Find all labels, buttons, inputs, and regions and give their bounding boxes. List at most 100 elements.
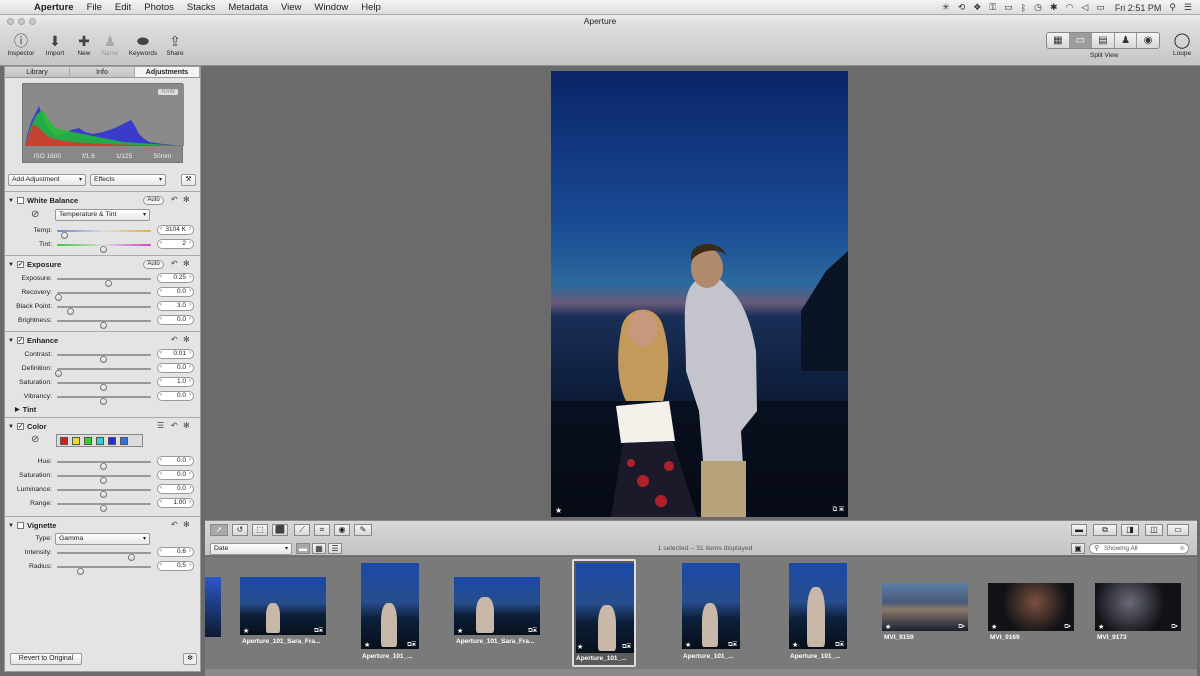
viewer-mode-icon[interactable]: ▬ xyxy=(1071,524,1087,536)
spotlight-icon[interactable]: ⚲ xyxy=(1169,2,1176,13)
rating-star-icon[interactable]: ★ xyxy=(555,506,562,515)
slider-knob[interactable] xyxy=(100,322,107,329)
slider-knob[interactable] xyxy=(76,568,84,575)
slider-value[interactable]: 0.0 xyxy=(157,456,194,466)
disclosure-triangle-icon[interactable]: ▼ xyxy=(8,198,14,204)
white-balance-mode-popup[interactable]: Temperature & Tint xyxy=(55,209,150,221)
color-swatch-blue[interactable] xyxy=(108,436,116,445)
list-view-icon[interactable]: ☰ xyxy=(157,421,164,430)
redeye-tool-icon[interactable]: ◉ xyxy=(334,524,350,536)
slider-knob[interactable] xyxy=(100,477,107,484)
gear-icon[interactable]: ✻ xyxy=(183,520,190,529)
bluetooth-icon-2[interactable]: ✱ xyxy=(1050,2,1058,13)
white-balance-checkbox[interactable] xyxy=(16,197,24,204)
disclosure-triangle-icon[interactable]: ▼ xyxy=(8,262,14,268)
faces-icon[interactable]: ♟ xyxy=(1115,33,1138,48)
places-icon[interactable]: ◉ xyxy=(1137,33,1159,48)
eyedropper-icon[interactable]: ⊘ xyxy=(31,434,39,445)
slider-track[interactable] xyxy=(57,354,151,363)
tab-info[interactable]: Info xyxy=(70,67,135,77)
thumbnail-selected[interactable]: ★ ⧉▣ Aperture_101_... xyxy=(572,559,636,667)
rating-star-icon[interactable]: ★ xyxy=(577,643,583,651)
lift-tool-icon[interactable]: ⬚ xyxy=(252,524,268,536)
import-mini-icon[interactable]: ▣ xyxy=(1071,543,1085,554)
zoom-window-button[interactable] xyxy=(29,18,36,25)
straighten-tool-icon[interactable]: ⟋ xyxy=(294,524,310,536)
slider-value[interactable]: 0.0 xyxy=(157,315,194,325)
name-button[interactable]: ♟ Name xyxy=(99,32,121,57)
menu-file[interactable]: File xyxy=(87,2,102,13)
white-balance-auto-button[interactable]: Auto xyxy=(143,196,164,205)
slider-track[interactable] xyxy=(54,368,151,377)
gear-icon[interactable]: ✻ xyxy=(183,335,190,344)
brush-tool-icon[interactable]: ✎ xyxy=(354,524,372,536)
notification-center-icon[interactable]: ☰ xyxy=(1184,2,1192,13)
slider-value[interactable]: 0.0 xyxy=(157,287,194,297)
rating-star-icon[interactable]: ★ xyxy=(991,623,997,631)
slider-track[interactable] xyxy=(57,278,151,287)
tint-slider[interactable] xyxy=(57,244,151,253)
reset-icon[interactable]: ↶ xyxy=(171,195,178,204)
loupe-button[interactable]: ◯ Loupe xyxy=(1173,32,1191,57)
inspector-button[interactable]: ⓘ Inspector xyxy=(6,32,36,57)
vignette-checkbox[interactable] xyxy=(16,522,24,529)
slider-track[interactable] xyxy=(57,566,151,575)
menu-help[interactable]: Help xyxy=(361,2,381,13)
rating-star-icon[interactable]: ★ xyxy=(1098,623,1104,631)
slider-track[interactable] xyxy=(57,461,151,470)
thumbnail[interactable]: ★ ⧉▣ Aperture_101_... xyxy=(361,563,419,663)
thumbnail[interactable] xyxy=(205,577,221,637)
menu-stacks[interactable]: Stacks xyxy=(187,2,216,13)
slider-knob[interactable] xyxy=(104,280,112,287)
slider-value[interactable]: 1.00 xyxy=(157,498,194,508)
slider-track[interactable] xyxy=(57,306,151,315)
sync-icon[interactable]: ⟲ xyxy=(958,2,966,13)
slider-knob[interactable] xyxy=(100,398,107,405)
selection-tool-icon[interactable]: ➚ xyxy=(210,524,228,536)
import-button[interactable]: ⬇ Import xyxy=(42,32,68,57)
slider-knob[interactable] xyxy=(100,491,107,498)
side-by-side-icon[interactable]: ◫ xyxy=(1145,524,1163,536)
slider-value[interactable]: 0.25 xyxy=(157,273,194,283)
grid-view-icon[interactable]: ▦ xyxy=(312,543,326,554)
add-adjustment-popup[interactable]: Add Adjustment xyxy=(8,174,86,186)
slider-knob[interactable] xyxy=(128,554,136,561)
vignette-type-popup[interactable]: Gamma xyxy=(55,533,150,545)
slider-value[interactable]: 0.0 xyxy=(157,363,194,373)
thumbnail[interactable]: ★ ⧉▸ MVI_9169 xyxy=(988,583,1074,647)
enhance-checkbox[interactable]: ✓ xyxy=(16,337,24,344)
slider-track[interactable] xyxy=(57,320,151,329)
thumbnail[interactable]: ★ ⧉▣ Aperture_101_Sara_Fra... xyxy=(240,577,326,645)
gear-icon[interactable]: ✻ xyxy=(183,421,190,430)
slider-value[interactable]: 0.6 xyxy=(157,547,194,557)
menu-app[interactable]: Aperture xyxy=(34,2,74,13)
color-checkbox[interactable]: ✓ xyxy=(16,423,24,430)
rating-star-icon[interactable]: ★ xyxy=(364,641,370,649)
exposure-auto-button[interactable]: Auto xyxy=(143,260,164,269)
rating-star-icon[interactable]: ★ xyxy=(885,623,891,631)
compare-icon[interactable]: ◨ xyxy=(1121,524,1139,536)
disclosure-triangle-icon[interactable]: ▼ xyxy=(8,338,14,344)
menu-window[interactable]: Window xyxy=(314,2,348,13)
thumbnail[interactable]: ★ ⧉▣ Aperture_101_... xyxy=(682,563,740,663)
dropbox-icon[interactable]: ❖ xyxy=(973,2,981,13)
slider-track[interactable] xyxy=(57,489,151,498)
adjustment-presets-button[interactable]: ⚒ xyxy=(181,174,196,186)
slider-track[interactable] xyxy=(57,382,151,391)
clock[interactable]: Fri 2:51 PM xyxy=(1115,3,1162,13)
color-swatch-magenta[interactable] xyxy=(120,436,128,445)
disclosure-collapsed-icon[interactable]: ▶ xyxy=(15,406,20,413)
slider-knob[interactable] xyxy=(54,294,62,301)
new-button[interactable]: ✚ New xyxy=(74,32,94,57)
thumbnail[interactable]: ★ ⧉▣ Aperture_101_Sara_Fra... xyxy=(454,577,540,645)
slider-knob[interactable] xyxy=(54,370,62,377)
slider-track[interactable] xyxy=(57,475,151,484)
slider-value[interactable]: 0.0 xyxy=(157,484,194,494)
rating-star-icon[interactable]: ★ xyxy=(685,641,691,649)
exposure-checkbox[interactable]: ✓ xyxy=(16,261,24,268)
reset-icon[interactable]: ↶ xyxy=(171,520,178,529)
action-gear-button[interactable]: ✻ xyxy=(183,653,197,665)
stamp-tool-icon[interactable]: ⬛ xyxy=(272,524,288,536)
slider-value[interactable]: 0.01 xyxy=(157,349,194,359)
rating-star-icon[interactable]: ★ xyxy=(792,641,798,649)
